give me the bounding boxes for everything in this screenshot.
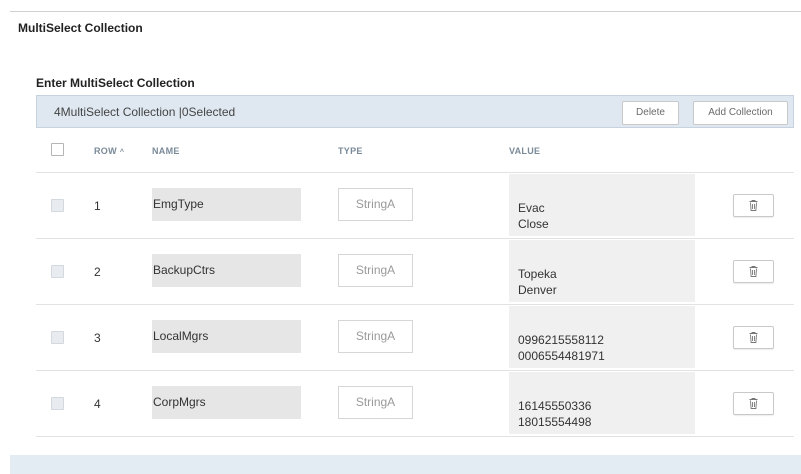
section-title: MultiSelect Collection [18, 21, 143, 35]
value-item: 0996215558112 [518, 333, 604, 347]
collection-toolbar: 4MultiSelect Collection |0Selected Delet… [36, 95, 794, 128]
trash-icon [749, 266, 758, 277]
delete-row-button[interactable] [733, 260, 774, 283]
top-divider [10, 11, 801, 12]
row-checkbox[interactable] [51, 265, 64, 278]
value-item: 0006554481971 [518, 349, 605, 363]
value-list[interactable]: 16145550336 18015554498 [509, 372, 695, 434]
delete-row-button[interactable] [733, 392, 774, 415]
table-row: 4 CorpMgrs StringA 16145550336 180155544… [36, 370, 794, 437]
type-field[interactable]: StringA [338, 254, 413, 287]
type-field[interactable]: StringA [338, 320, 413, 353]
row-checkbox[interactable] [51, 331, 64, 344]
row-number: 1 [94, 199, 101, 213]
value-item: Evac [518, 201, 545, 215]
sort-ascending-icon[interactable]: ^ [120, 149, 124, 156]
value-item: Topeka [518, 267, 557, 281]
column-header-row[interactable]: ROW ^ [94, 146, 124, 156]
add-collection-button[interactable]: Add Collection [693, 101, 788, 125]
row-checkbox[interactable] [51, 397, 64, 410]
bottom-bar [10, 455, 801, 474]
value-item: 18015554498 [518, 415, 592, 429]
value-list[interactable]: Evac Close [509, 174, 695, 236]
trash-icon [749, 332, 758, 343]
select-all-checkbox[interactable] [51, 143, 64, 156]
value-item: Close [518, 217, 549, 231]
name-field[interactable]: CorpMgrs [152, 386, 301, 419]
value-item: Denver [518, 283, 557, 297]
name-field[interactable]: LocalMgrs [152, 320, 301, 353]
value-list[interactable]: Topeka Denver [509, 240, 695, 302]
delete-row-button[interactable] [733, 194, 774, 217]
collection-label: Enter MultiSelect Collection [36, 76, 195, 90]
column-header-value: VALUE [509, 146, 541, 156]
type-field[interactable]: StringA [338, 188, 413, 221]
row-number: 4 [94, 397, 101, 411]
trash-icon [749, 200, 758, 211]
type-field[interactable]: StringA [338, 386, 413, 419]
column-header-name: NAME [152, 146, 180, 156]
name-field[interactable]: BackupCtrs [152, 254, 301, 287]
row-number: 3 [94, 331, 101, 345]
delete-button[interactable]: Delete [622, 101, 679, 125]
column-header-type: TYPE [338, 146, 363, 156]
trash-icon [749, 398, 758, 409]
table-row: 3 LocalMgrs StringA 0996215558112 000655… [36, 304, 794, 371]
table-row: 1 EmgType StringA Evac Close [36, 172, 794, 239]
value-list[interactable]: 0996215558112 0006554481971 [509, 306, 695, 368]
name-field[interactable]: EmgType [152, 188, 301, 221]
row-checkbox[interactable] [51, 199, 64, 212]
table-header: ROW ^ NAME TYPE VALUE [36, 129, 794, 173]
delete-row-button[interactable] [733, 326, 774, 349]
row-number: 2 [94, 265, 101, 279]
table-row: 2 BackupCtrs StringA Topeka Denver [36, 238, 794, 305]
selection-summary: 4MultiSelect Collection |0Selected [54, 105, 236, 119]
column-row-label: ROW [94, 146, 117, 156]
value-item: 16145550336 [518, 399, 592, 413]
